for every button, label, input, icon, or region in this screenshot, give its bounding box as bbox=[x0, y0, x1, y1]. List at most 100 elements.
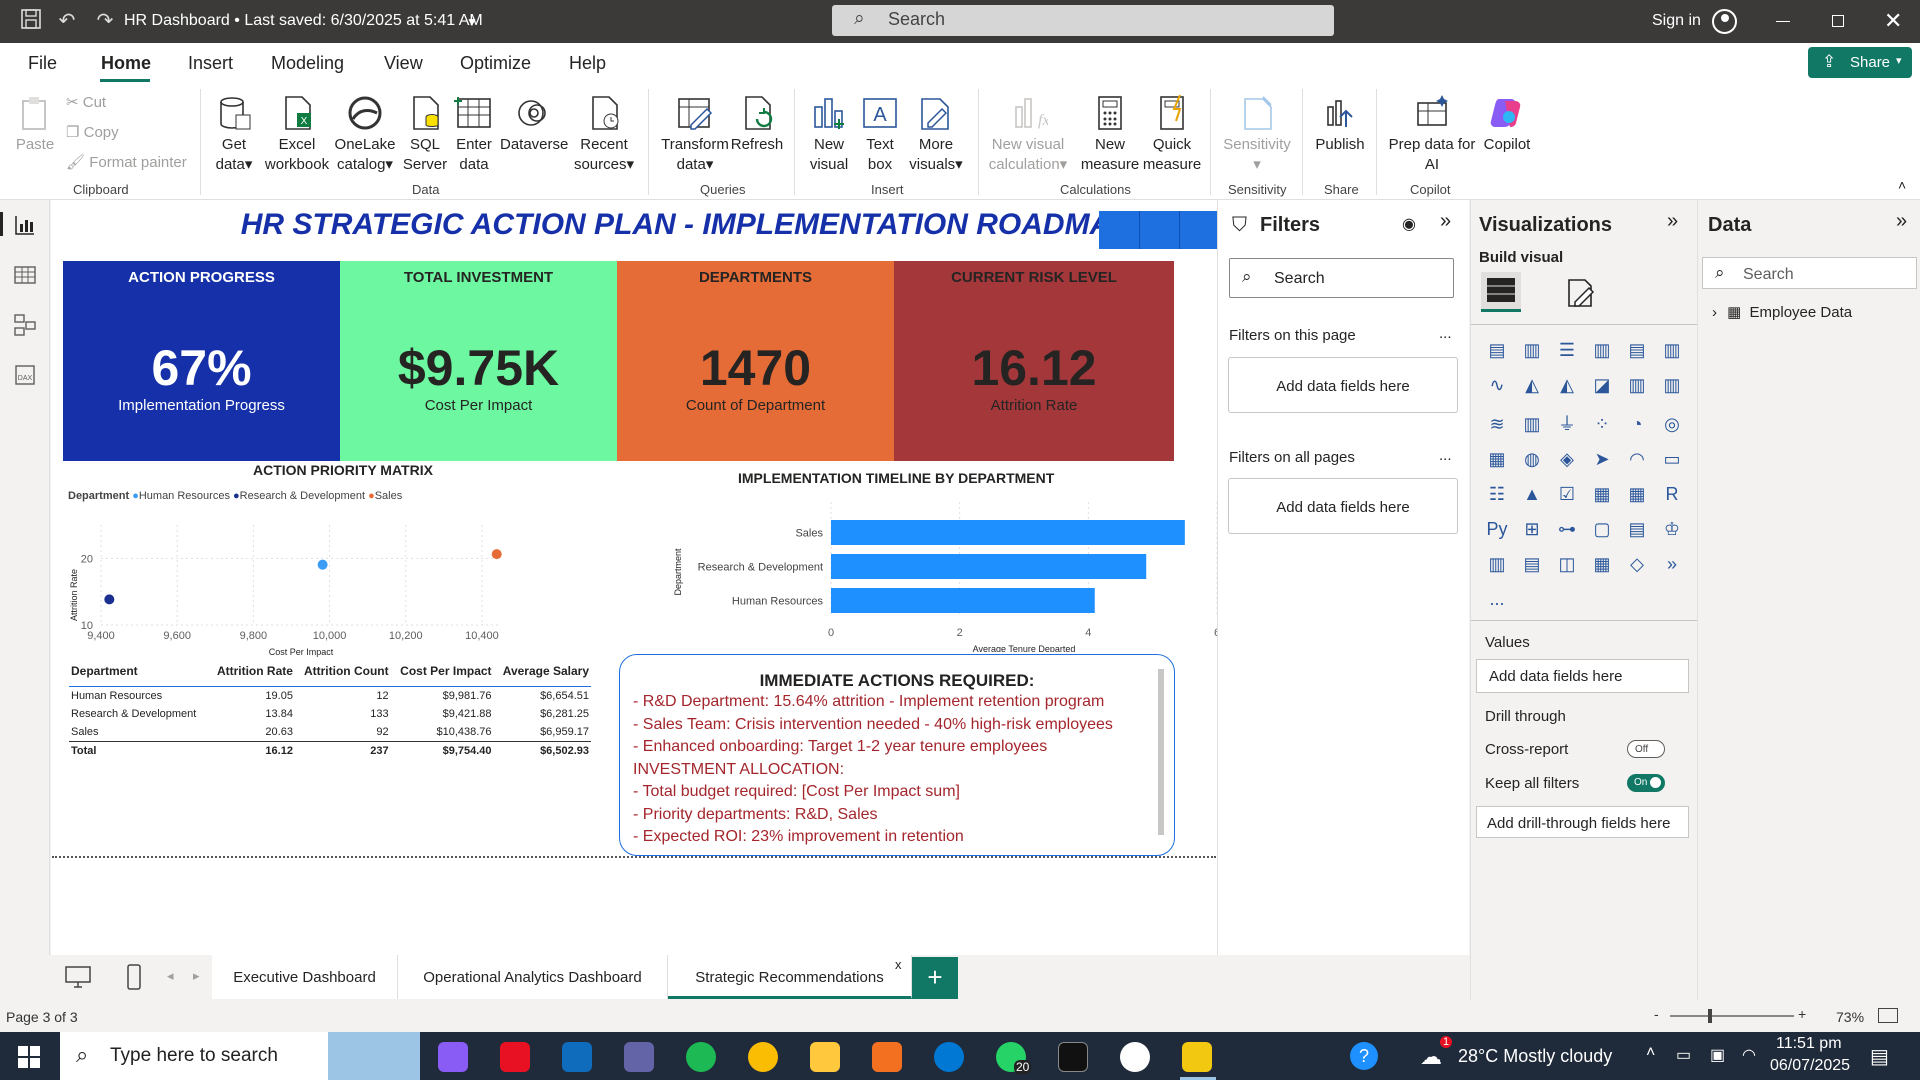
copilot-app-icon[interactable] bbox=[438, 1042, 468, 1072]
text-box-button[interactable]: A Text box bbox=[856, 93, 904, 175]
copy-button[interactable]: ❐ Copy bbox=[66, 123, 119, 143]
more-options-icon[interactable]: ... bbox=[1439, 447, 1452, 464]
qa-icon[interactable]: ▢ bbox=[1586, 519, 1618, 547]
slicer-icon[interactable]: ☑ bbox=[1551, 484, 1583, 512]
key-influencers-icon[interactable]: ⊞ bbox=[1516, 519, 1548, 547]
100-stacked-bar-icon[interactable]: ▤ bbox=[1621, 340, 1653, 368]
kpi-card-departments[interactable]: DEPARTMENTS 1470 Count of Department bbox=[617, 261, 894, 461]
weather-icon[interactable]: ☁ bbox=[1420, 1044, 1442, 1070]
edge-app-icon[interactable] bbox=[934, 1042, 964, 1072]
display-icon[interactable]: ▣ bbox=[1710, 1045, 1725, 1065]
menu-help[interactable]: Help bbox=[569, 53, 606, 74]
navigation-buttons[interactable] bbox=[1099, 211, 1219, 249]
donut-chart-icon[interactable]: ◎ bbox=[1656, 414, 1688, 442]
line-and-column-icon[interactable]: ▥ bbox=[1621, 375, 1653, 403]
clock-date[interactable]: 06/07/2025 bbox=[1770, 1057, 1850, 1075]
format-painter-button[interactable]: 🖌 Format painter bbox=[66, 153, 187, 173]
quick-measure-button[interactable]: Quick measure bbox=[1142, 93, 1202, 175]
menu-optimize[interactable]: Optimize bbox=[460, 53, 531, 74]
col-header[interactable]: Attrition Rate bbox=[209, 660, 295, 687]
power-automate-chevron-icon[interactable]: » bbox=[1656, 554, 1688, 582]
add-page-button[interactable]: + bbox=[912, 957, 958, 999]
new-visual-calculation-button[interactable]: fx New visualcalculation▾ bbox=[986, 93, 1070, 175]
table-row[interactable]: Research & Development 13.84 133 $9,421.88 $… bbox=[69, 705, 591, 723]
chevron-down-icon[interactable]: ▼ bbox=[466, 15, 478, 29]
kpi-card-total-investment[interactable]: TOTAL INVESTMENT $9.75K Cost Per Impact bbox=[340, 261, 617, 461]
metrics-icon[interactable]: ♔ bbox=[1656, 519, 1688, 547]
stacked-bar-chart-icon[interactable]: ▤ bbox=[1481, 340, 1513, 368]
zoom-in-button[interactable]: + bbox=[1798, 1006, 1806, 1022]
textbox-scrollbar[interactable] bbox=[1158, 669, 1164, 835]
treemap-icon[interactable]: ▦ bbox=[1481, 449, 1513, 477]
fit-to-page-icon[interactable] bbox=[1878, 1008, 1898, 1023]
stacked-area-icon[interactable]: ◭ bbox=[1551, 375, 1583, 403]
prep-data-for-ai-button[interactable]: Prep data for AI bbox=[1386, 93, 1478, 175]
filters-all-pages-dropzone[interactable]: Add data fields here bbox=[1228, 478, 1458, 534]
mobile-layout-icon[interactable] bbox=[126, 963, 142, 991]
r-visual-icon[interactable]: R bbox=[1656, 484, 1688, 512]
kpi-icon[interactable]: ▲ bbox=[1516, 484, 1548, 512]
implementation-timeline-bar-chart[interactable]: 0246SalesResearch & DevelopmentHuman Res… bbox=[611, 492, 1231, 652]
close-page-icon[interactable]: x bbox=[895, 957, 902, 972]
maximize-icon[interactable] bbox=[1832, 15, 1844, 27]
power-apps-icon[interactable]: ◫ bbox=[1551, 554, 1583, 582]
line-and-stacked-column-icon[interactable]: ▥ bbox=[1656, 375, 1688, 403]
clustered-bar-chart-icon[interactable]: ☰ bbox=[1551, 340, 1583, 368]
new-measure-button[interactable]: New measure bbox=[1080, 93, 1140, 175]
clock-time[interactable]: 11:51 pm bbox=[1776, 1035, 1842, 1053]
matrix-icon[interactable]: ▦ bbox=[1621, 484, 1653, 512]
prev-page-icon[interactable]: ◂ bbox=[167, 968, 174, 984]
copilot-button[interactable]: Copilot bbox=[1480, 93, 1534, 155]
area-chart-icon[interactable]: ◭ bbox=[1516, 375, 1548, 403]
more-visuals-button[interactable]: More visuals▾ bbox=[904, 93, 968, 175]
power-automate-icon[interactable]: ▦ bbox=[1586, 554, 1618, 582]
dataverse-button[interactable]: Dataverse bbox=[500, 93, 568, 155]
clustered-column-chart-icon[interactable]: ▥ bbox=[1586, 340, 1618, 368]
waterfall-chart-icon[interactable]: ▥ bbox=[1516, 414, 1548, 442]
col-header[interactable]: Average Salary bbox=[494, 660, 591, 687]
table-view-icon[interactable] bbox=[12, 262, 38, 288]
menu-home[interactable]: Home bbox=[101, 53, 151, 74]
kpi-card-action-progress[interactable]: ACTION PROGRESS 67% Implementation Progr… bbox=[63, 261, 340, 461]
values-dropzone[interactable]: Add data fields here bbox=[1476, 659, 1689, 693]
matrix-legend[interactable]: Department ●Human Resources ●Research & … bbox=[68, 490, 402, 502]
build-visual-tab[interactable] bbox=[1481, 272, 1521, 312]
weather-text[interactable]: 28°C Mostly cloudy bbox=[1458, 1046, 1612, 1067]
cut-button[interactable]: ✂ Cut bbox=[66, 93, 106, 113]
chrome-app-icon[interactable] bbox=[748, 1042, 778, 1072]
new-visual-button[interactable]: New visual bbox=[804, 93, 854, 175]
menu-modeling[interactable]: Modeling bbox=[271, 53, 344, 74]
menu-view[interactable]: View bbox=[384, 53, 423, 74]
collapse-data-icon[interactable]: » bbox=[1896, 210, 1907, 233]
pie-chart-icon[interactable]: ◔ bbox=[1621, 414, 1653, 442]
paste-button[interactable]: Paste bbox=[10, 93, 60, 155]
zoom-level[interactable]: 73% bbox=[1836, 1009, 1864, 1025]
paginated-report-icon[interactable]: ▥ bbox=[1481, 554, 1513, 582]
filters-search-input[interactable]: ⌕ Search bbox=[1229, 258, 1454, 298]
table-icon[interactable]: ▦ bbox=[1586, 484, 1618, 512]
collapse-filters-icon[interactable]: » bbox=[1440, 210, 1451, 233]
page-tab-executive[interactable]: Executive Dashboard bbox=[212, 955, 398, 999]
onelake-catalog-button[interactable]: OneLake catalog▾ bbox=[333, 93, 397, 175]
whatsapp-app-icon[interactable]: 20 bbox=[996, 1042, 1032, 1074]
format-visual-icon[interactable] bbox=[1563, 276, 1597, 310]
power-apps-diamond-icon[interactable]: ◇ bbox=[1621, 554, 1653, 582]
funnel-icon[interactable]: ⏚ bbox=[1551, 410, 1583, 438]
page-tab-strategic[interactable]: Strategic Recommendations bbox=[668, 955, 912, 999]
file-explorer-app-icon[interactable] bbox=[810, 1042, 840, 1072]
line-chart-icon[interactable]: ∿ bbox=[1481, 375, 1513, 403]
kpi-card-risk-level[interactable]: CURRENT RISK LEVEL 16.12 Attrition Rate bbox=[894, 261, 1174, 461]
zoom-slider-thumb[interactable] bbox=[1708, 1009, 1712, 1023]
col-header[interactable]: Department bbox=[69, 660, 209, 687]
menu-file[interactable]: File bbox=[28, 53, 57, 74]
chatgpt-app-icon[interactable] bbox=[1120, 1042, 1150, 1072]
drill-through-dropzone[interactable]: Add drill-through fields here bbox=[1476, 806, 1689, 838]
model-view-icon[interactable] bbox=[12, 312, 38, 338]
filled-map-icon[interactable]: ◈ bbox=[1551, 449, 1583, 477]
zoom-slider[interactable] bbox=[1670, 1009, 1794, 1023]
publish-button[interactable]: Publish bbox=[1312, 93, 1368, 155]
scatter-chart-icon[interactable]: ⁘ bbox=[1586, 414, 1618, 442]
help-icon[interactable]: ? bbox=[1350, 1042, 1378, 1070]
immediate-actions-textbox[interactable]: IMMEDIATE ACTIONS REQUIRED: - R&D Depart… bbox=[619, 654, 1175, 856]
claude-app-icon[interactable] bbox=[872, 1042, 902, 1072]
